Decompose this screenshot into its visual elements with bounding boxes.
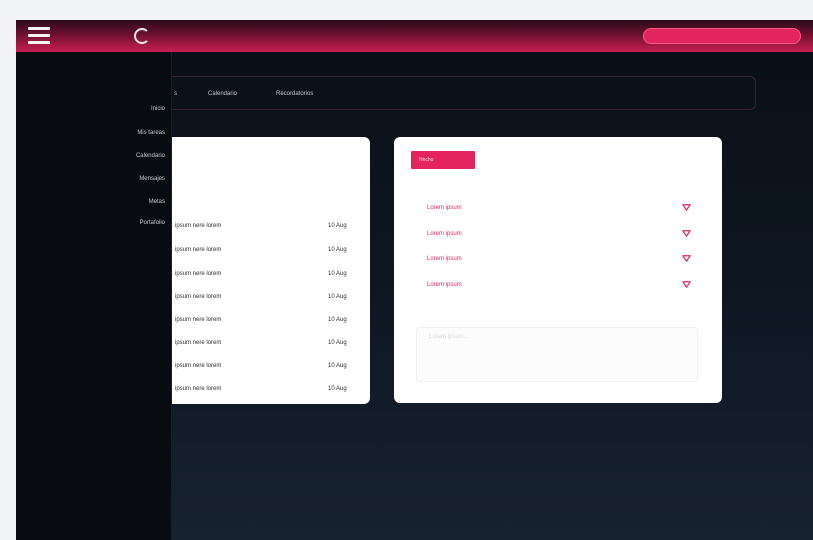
sidebar-item-mensajes[interactable]: Mensajes xyxy=(139,176,165,182)
sidebar-item-portafolio[interactable]: Portafolio xyxy=(140,220,165,226)
list-item-text: ipsum nere lorem xyxy=(175,317,222,323)
accordion-item-label: Lorem ipsum xyxy=(427,205,462,211)
task-list-card: ipsum nere lorem 10 Aug ipsum nere lorem… xyxy=(172,137,370,404)
sidebar-item-inicio[interactable]: Inicio xyxy=(151,106,165,112)
list-item[interactable]: ipsum nere lorem 10 Aug xyxy=(172,317,370,327)
tab-calendario[interactable]: Calendario xyxy=(208,91,237,97)
accordion-item-label: Lorem ipsum xyxy=(427,282,462,288)
chevron-down-icon[interactable] xyxy=(682,280,691,289)
list-item-date: 10 Aug xyxy=(328,271,347,277)
list-item-text: ipsum nere lorem xyxy=(175,247,222,253)
list-item-date: 10 Aug xyxy=(328,340,347,346)
sidebar-item-calendario[interactable]: Calendario xyxy=(136,153,165,159)
chevron-down-icon[interactable] xyxy=(682,254,691,263)
details-card: Hecho Lorem ipsum Lorem ipsum Lorem ipsu… xyxy=(394,137,722,403)
accordion-item[interactable]: Lorem ipsum xyxy=(427,229,691,241)
list-item-date: 10 Aug xyxy=(328,223,347,229)
tab-partial[interactable]: s xyxy=(174,91,177,97)
list-item-text: ipsum nere lorem xyxy=(175,271,222,277)
list-item[interactable]: ipsum nere lorem 10 Aug xyxy=(172,247,370,257)
accordion-item-label: Lorem ipsum xyxy=(427,256,462,262)
list-item-text: ipsum nere lorem xyxy=(175,223,222,229)
sidebar-item-metas[interactable]: Metas xyxy=(149,199,165,205)
accordion-item[interactable]: Lorem ipsum xyxy=(427,203,691,215)
list-item-text: ipsum nere lorem xyxy=(175,294,222,300)
sidebar-item-mis-tareas[interactable]: Mis tareas xyxy=(137,130,165,136)
list-item[interactable]: ipsum nere lorem 10 Aug xyxy=(172,223,370,233)
hecho-button[interactable]: Hecho xyxy=(411,151,475,169)
list-item[interactable]: ipsum nere lorem 10 Aug xyxy=(172,271,370,281)
list-item-date: 10 Aug xyxy=(328,294,347,300)
list-item-date: 10 Aug xyxy=(328,386,347,392)
list-item[interactable]: ipsum nere lorem 10 Aug xyxy=(172,386,370,396)
logo-icon xyxy=(134,28,150,44)
list-item[interactable]: ipsum nere lorem 10 Aug xyxy=(172,294,370,304)
hamburger-menu-icon[interactable] xyxy=(28,27,50,45)
list-item-text: ipsum nere lorem xyxy=(175,340,222,346)
top-bar xyxy=(16,20,813,52)
chevron-down-icon[interactable] xyxy=(682,229,691,238)
list-item-date: 10 Aug xyxy=(328,247,347,253)
list-item-date: 10 Aug xyxy=(328,317,347,323)
list-item-date: 10 Aug xyxy=(328,363,347,369)
list-item-text: ipsum nere lorem xyxy=(175,386,222,392)
accordion-item[interactable]: Lorem ipsum xyxy=(427,254,691,266)
note-box xyxy=(416,327,698,382)
list-item-text: ipsum nere lorem xyxy=(175,363,222,369)
accordion-item-label: Lorem ipsum xyxy=(427,231,462,237)
sidebar-menu: Inicio Mis tareas Calendario Mensajes Me… xyxy=(16,52,172,540)
note-textarea[interactable] xyxy=(417,328,697,381)
list-item[interactable]: ipsum nere lorem 10 Aug xyxy=(172,363,370,373)
list-item[interactable]: ipsum nere lorem 10 Aug xyxy=(172,340,370,350)
search-bar[interactable] xyxy=(643,28,801,44)
tab-bar: s Calendario Recordatorios xyxy=(172,76,756,110)
app-logo[interactable] xyxy=(134,26,154,46)
accordion-item[interactable]: Lorem ipsum xyxy=(427,280,691,292)
chevron-down-icon[interactable] xyxy=(682,203,691,212)
tab-recordatorios[interactable]: Recordatorios xyxy=(276,91,313,97)
app-frame: Inicio Mis tareas Calendario Mensajes Me… xyxy=(16,20,813,540)
